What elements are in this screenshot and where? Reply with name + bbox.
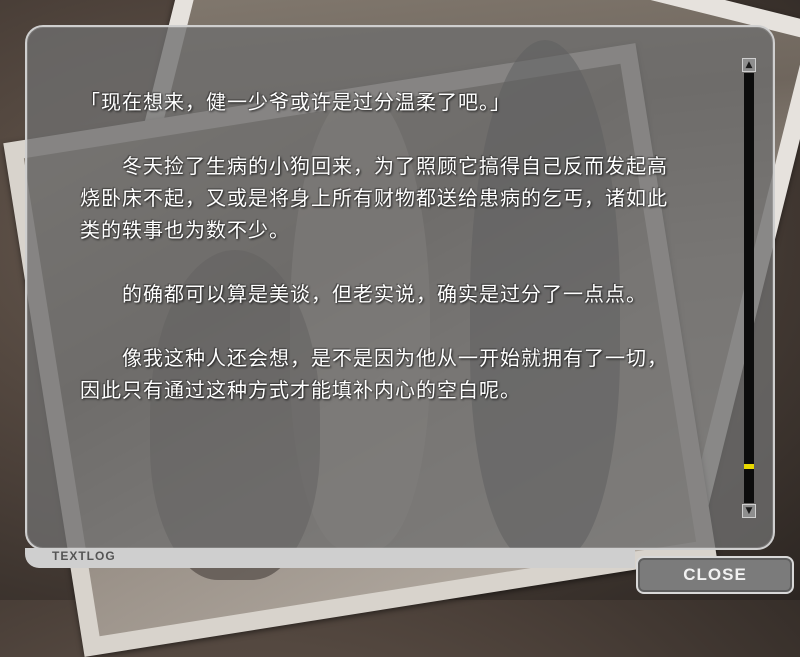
log-line: 的确都可以算是美谈，但老实说，确实是过分了一点点。 xyxy=(80,282,647,306)
scroll-track[interactable] xyxy=(744,73,754,503)
scroll-down-icon[interactable]: ▼ xyxy=(742,504,756,518)
textlog-title: TEXTLOG xyxy=(52,549,116,563)
footer-bar xyxy=(25,548,635,568)
textlog-content: 「现在想来，健一少爷或许是过分温柔了吧。」 冬天捡了生病的小狗回来，为了照顾它搞… xyxy=(80,86,680,438)
log-line: 「现在想来，健一少爷或许是过分温柔了吧。」 xyxy=(80,90,511,114)
log-line: 冬天捡了生病的小狗回来，为了照顾它搞得自己反而发起高烧卧床不起，又或是将身上所有… xyxy=(80,154,668,242)
log-line: 像我这种人还会想，是不是因为他从一开始就拥有了一切，因此只有通过这种方式才能填补… xyxy=(80,346,668,402)
scroll-thumb[interactable] xyxy=(744,464,754,469)
textlog-scrollbar[interactable]: ▲ ▼ xyxy=(742,58,756,518)
close-button[interactable]: CLOSE xyxy=(636,556,794,594)
scroll-up-icon[interactable]: ▲ xyxy=(742,58,756,72)
